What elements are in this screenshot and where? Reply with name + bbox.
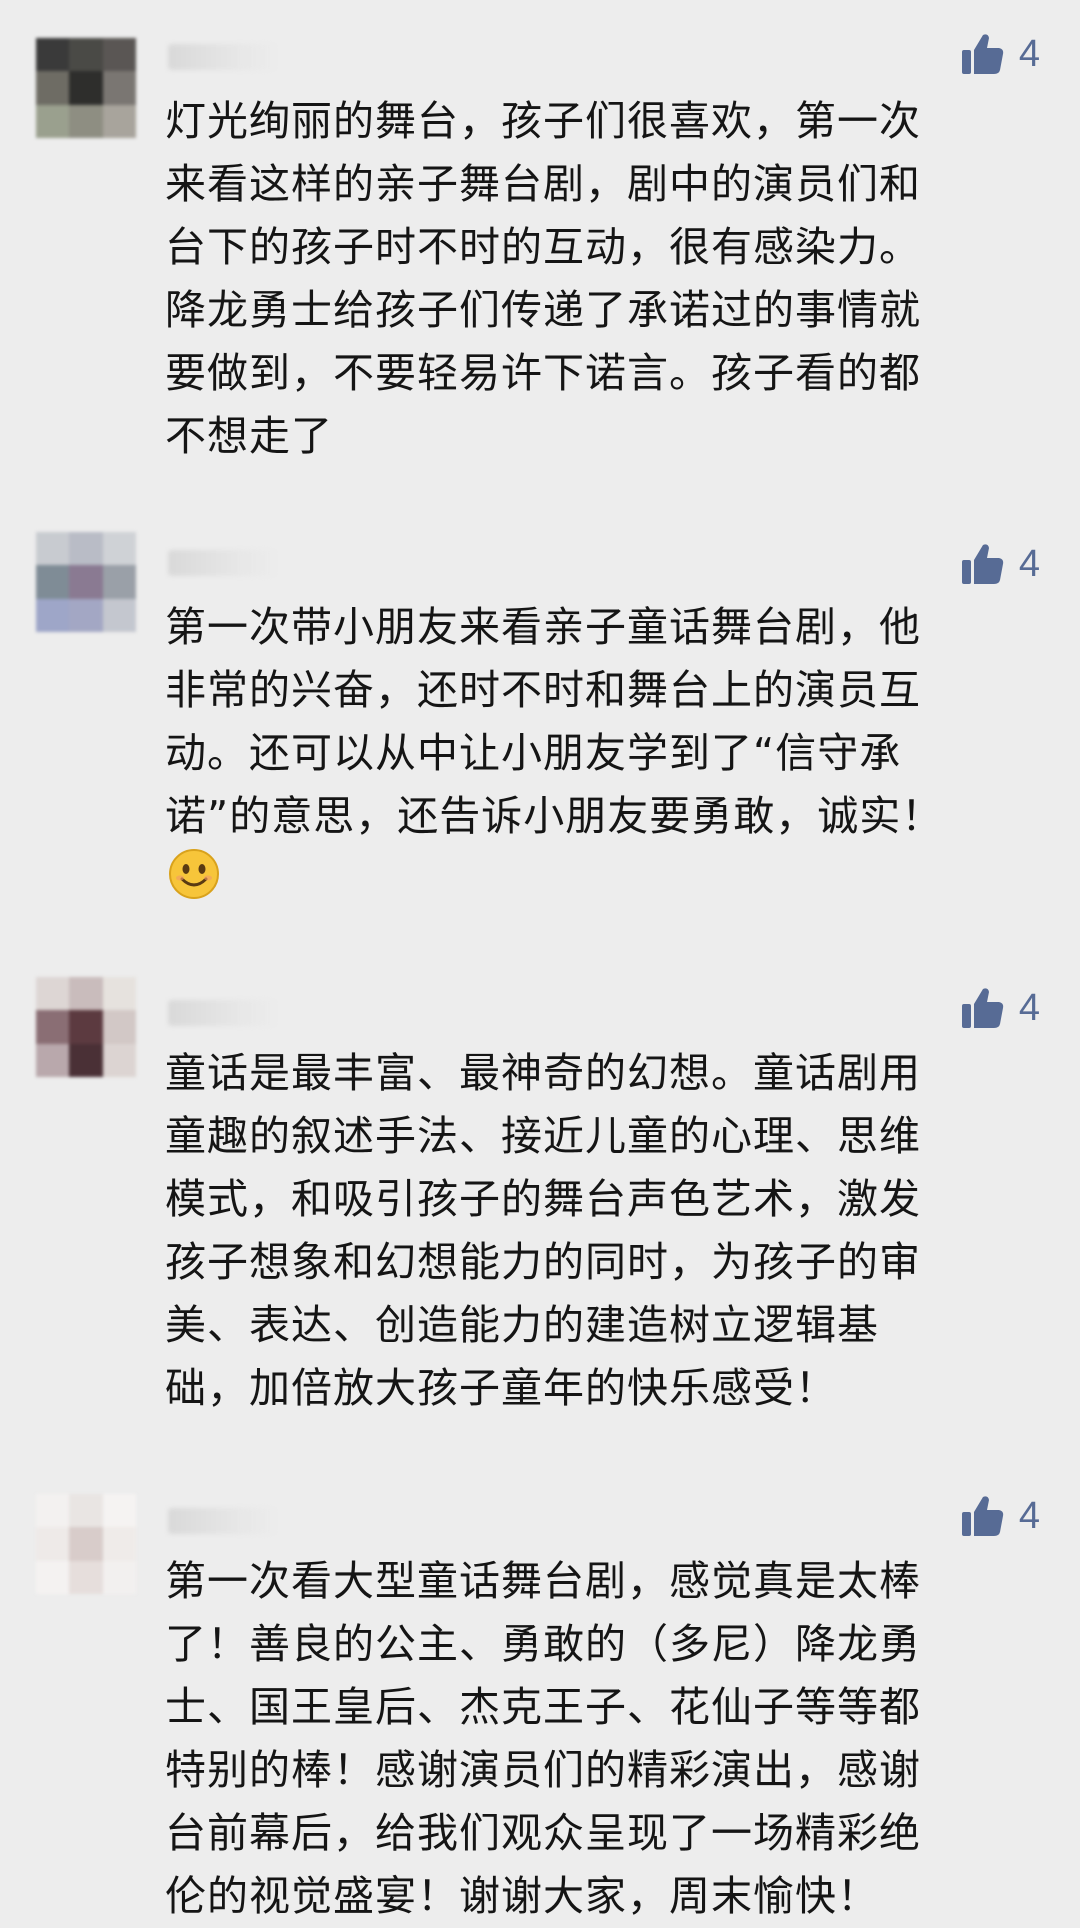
avatar-pixel xyxy=(102,1043,136,1077)
avatar-pixel xyxy=(102,1494,136,1528)
avatar[interactable] xyxy=(36,38,136,138)
avatar-pixel xyxy=(36,1010,70,1044)
like-count: 4 xyxy=(1018,543,1040,585)
avatar-pixel xyxy=(36,71,70,105)
nickname-blurred[interactable] xyxy=(168,550,278,576)
avatar-pixel xyxy=(102,38,136,72)
avatar-pixel xyxy=(69,38,103,72)
thumbs-up-icon xyxy=(961,32,1005,76)
like-count: 4 xyxy=(1018,987,1040,1029)
like-button[interactable]: 4 xyxy=(961,1494,1040,1538)
comment-text: 第一次看大型童话舞台剧，感觉真是太棒 了！善良的公主、勇敢的（多尼）降龙勇 士、… xyxy=(165,1557,921,1920)
avatar-pixel xyxy=(69,104,103,138)
avatar-pixel xyxy=(36,977,70,1011)
comment-text: 童话是最丰富、最神奇的幻想。童话剧用 童趣的叙述手法、接近儿童的心理、思维 模式… xyxy=(165,1049,921,1412)
avatar-pixel xyxy=(102,1560,136,1594)
avatar-pixel xyxy=(36,104,70,138)
avatar-pixel xyxy=(36,1043,70,1077)
thumbs-up-icon xyxy=(961,986,1005,1030)
avatar-pixel xyxy=(69,1560,103,1594)
avatar-pixel xyxy=(102,104,136,138)
comment-text: 灯光绚丽的舞台，孩子们很喜欢，第一次 来看这样的亲子舞台剧，剧中的演员们和 台下… xyxy=(165,97,921,460)
avatar-pixel xyxy=(36,1494,70,1528)
avatar-pixel xyxy=(102,565,136,599)
avatar-pixel xyxy=(36,598,70,632)
nickname-blurred[interactable] xyxy=(168,1000,278,1026)
avatar-pixel xyxy=(102,1010,136,1044)
avatar-pixel xyxy=(69,71,103,105)
avatar-pixel xyxy=(102,977,136,1011)
avatar-pixel xyxy=(102,598,136,632)
avatar-pixel xyxy=(69,532,103,566)
avatar-pixel xyxy=(69,1494,103,1528)
like-count: 4 xyxy=(1018,33,1040,75)
thumbs-up-icon xyxy=(961,542,1005,586)
avatar[interactable] xyxy=(36,1494,136,1594)
avatar-pixel xyxy=(69,1043,103,1077)
avatar-pixel xyxy=(69,1010,103,1044)
avatar-pixel xyxy=(69,598,103,632)
avatar-pixel xyxy=(102,71,136,105)
avatar-pixel xyxy=(36,565,70,599)
avatar-pixel xyxy=(69,565,103,599)
avatar-pixel xyxy=(69,1527,103,1561)
avatar-pixel xyxy=(36,1527,70,1561)
like-count: 4 xyxy=(1018,1495,1040,1537)
nickname-blurred[interactable] xyxy=(168,1508,278,1534)
avatar[interactable] xyxy=(36,977,136,1077)
avatar-pixel xyxy=(36,38,70,72)
like-button[interactable]: 4 xyxy=(961,542,1040,586)
avatar-pixel xyxy=(102,532,136,566)
nickname-blurred[interactable] xyxy=(168,44,278,70)
smile-emoji-icon xyxy=(168,848,220,904)
avatar-pixel xyxy=(36,532,70,566)
avatar-pixel xyxy=(102,1527,136,1561)
like-button[interactable]: 4 xyxy=(961,986,1040,1030)
like-button[interactable]: 4 xyxy=(961,32,1040,76)
thumbs-up-icon xyxy=(961,1494,1005,1538)
avatar[interactable] xyxy=(36,532,136,632)
avatar-pixel xyxy=(69,977,103,1011)
comment-text: 第一次带小朋友来看亲子童话舞台剧，他 非常的兴奋，还时不时和舞台上的演员互 动。… xyxy=(165,603,944,840)
avatar-pixel xyxy=(36,1560,70,1594)
